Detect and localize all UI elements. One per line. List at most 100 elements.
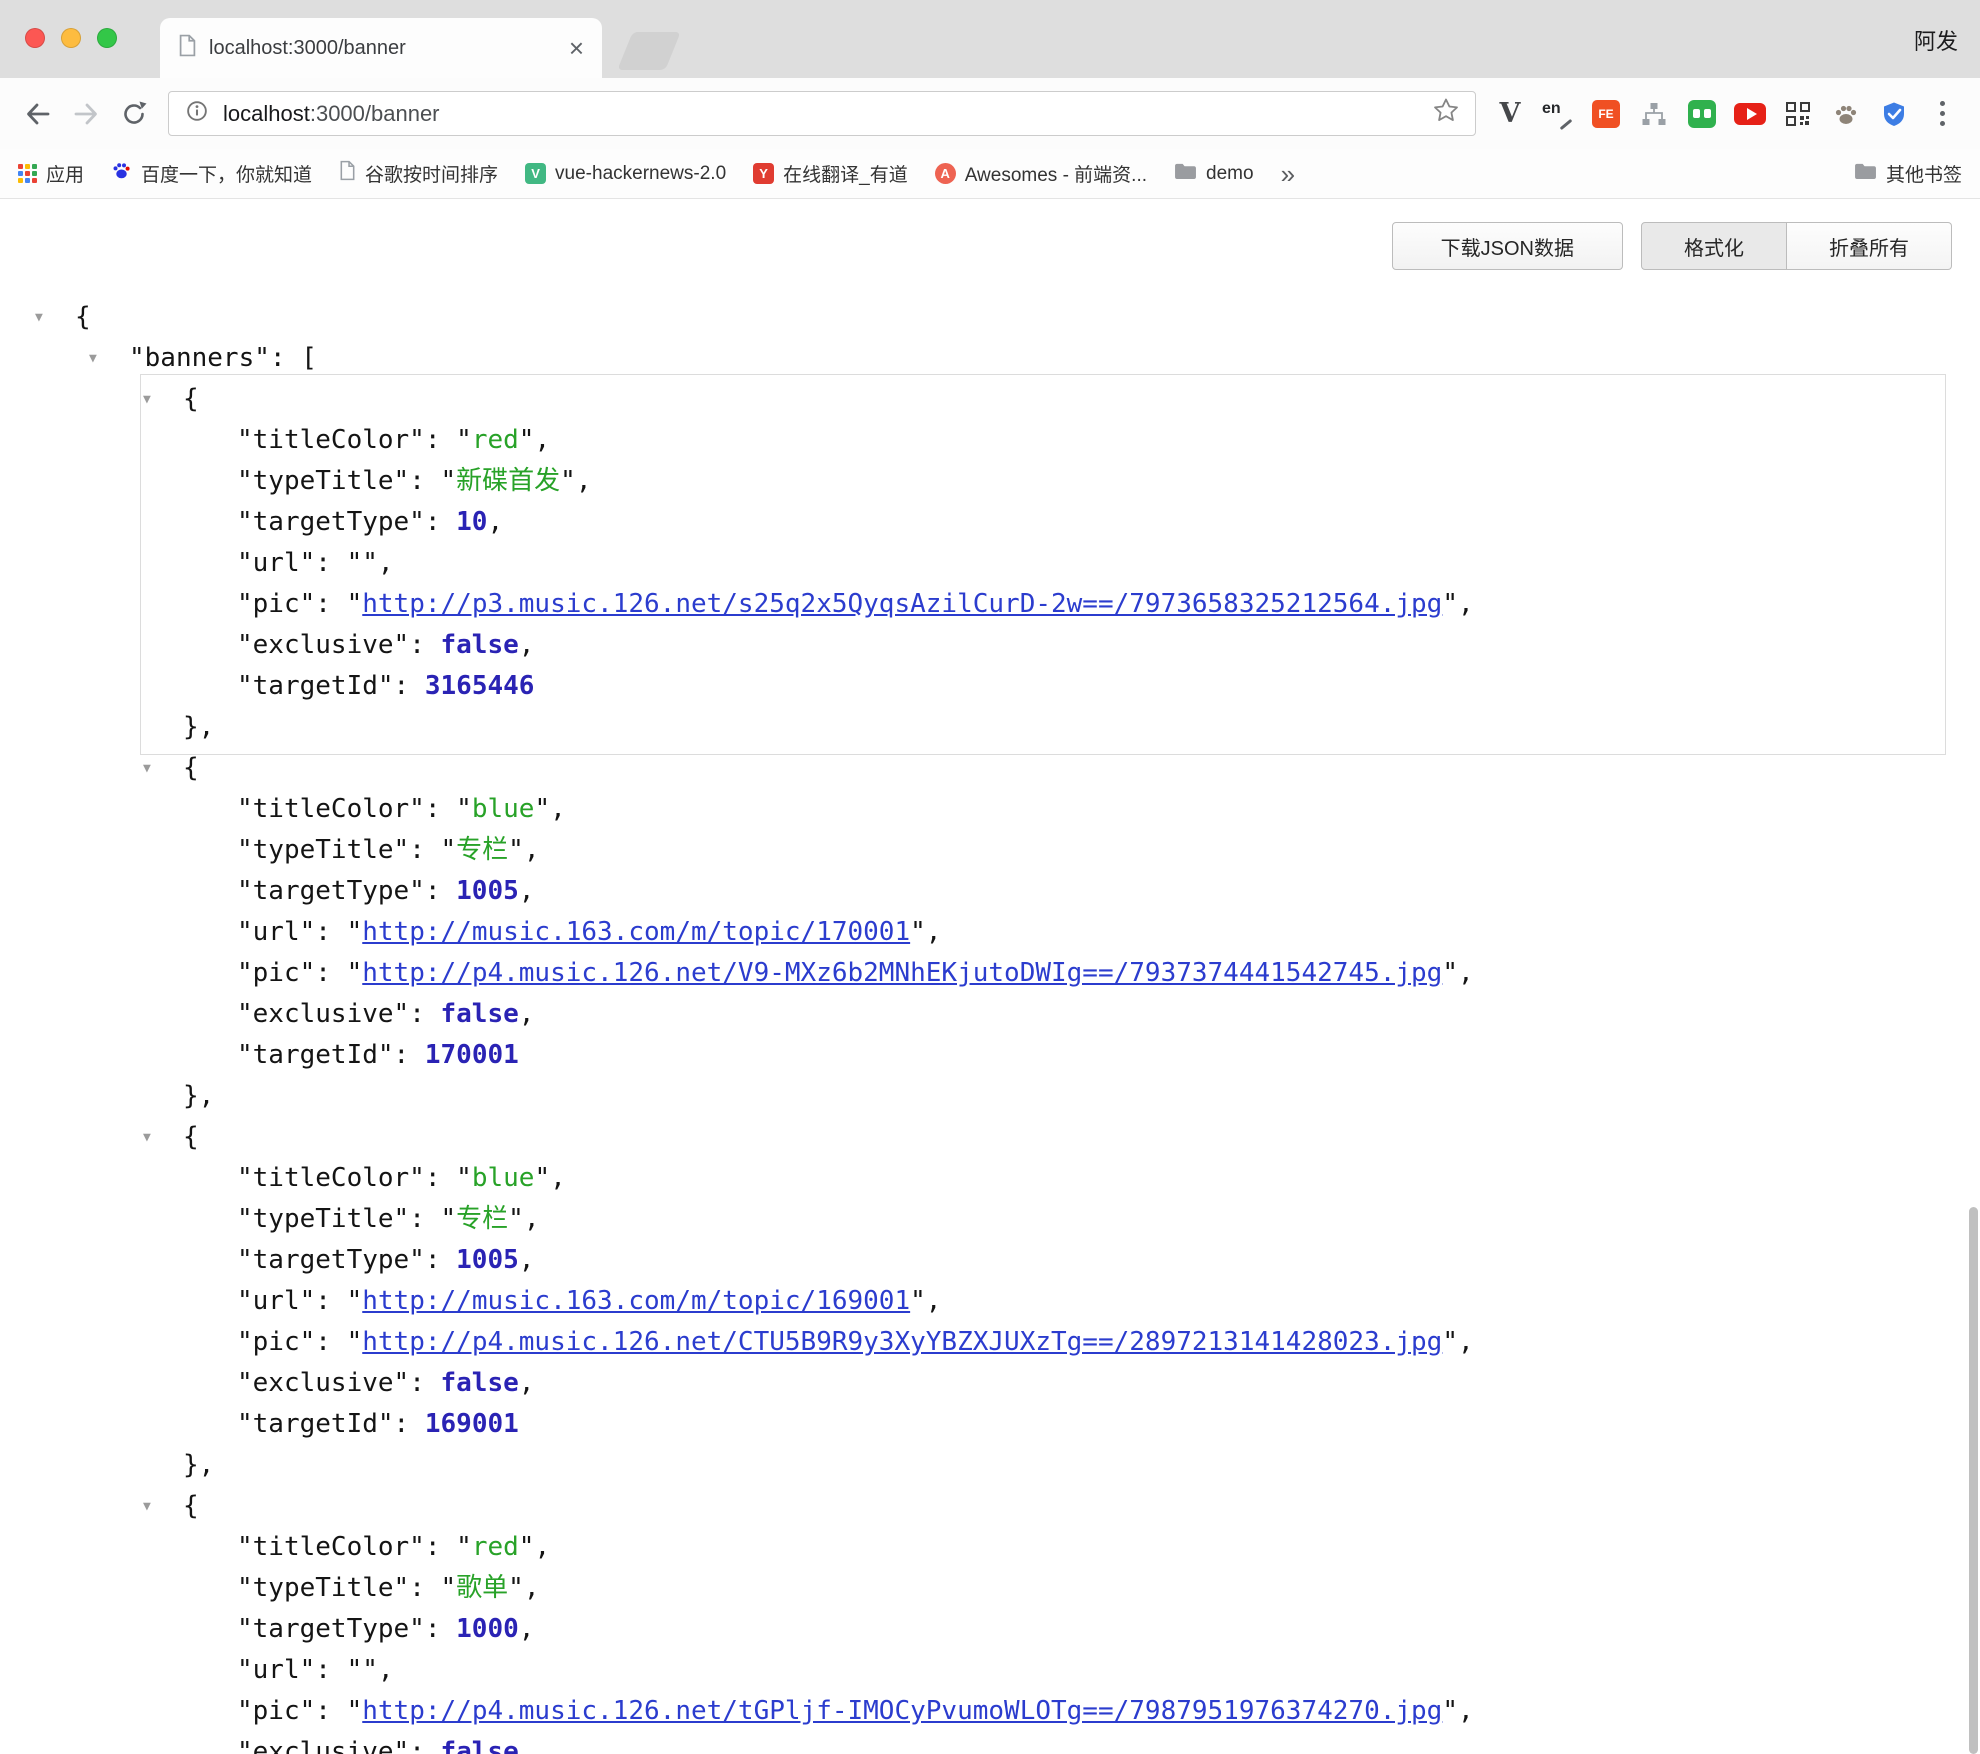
json-token: " <box>1442 589 1458 619</box>
bookmark-google-sort[interactable]: 谷歌按时间排序 <box>339 160 498 187</box>
json-line: "exclusive": false, <box>0 994 1980 1035</box>
bookmark-label: Awesomes - 前端资... <box>965 160 1147 187</box>
format-button[interactable]: 格式化 <box>1641 222 1787 270</box>
zoom-window-button[interactable] <box>97 28 117 48</box>
json-token: "titleColor" <box>237 1163 425 1193</box>
bookmark-star-icon[interactable] <box>1431 96 1461 131</box>
json-link[interactable]: http://music.163.com/m/topic/169001 <box>362 1286 910 1316</box>
json-token: " <box>347 1327 363 1357</box>
collapse-toggle-icon[interactable]: ▼ <box>89 338 97 379</box>
json-token: , <box>926 917 942 947</box>
bookmark-youdao-translate[interactable]: Y 在线翻译_有道 <box>753 160 908 187</box>
json-token: 1005 <box>456 876 519 906</box>
json-link[interactable]: http://p4.music.126.net/V9-MXz6b2MNhEKju… <box>362 958 1442 988</box>
json-token: " <box>441 1573 457 1603</box>
reload-button[interactable] <box>110 90 158 138</box>
json-viewer-actions: 下载JSON数据 格式化 折叠所有 <box>1392 222 1952 270</box>
json-token: , <box>519 630 535 660</box>
json-token: , <box>1458 1696 1474 1726</box>
json-token: "typeTitle" <box>237 835 409 865</box>
tab-close-icon[interactable]: × <box>569 35 584 61</box>
json-line: "url": "http://music.163.com/m/topic/169… <box>0 1281 1980 1322</box>
json-token: : <box>409 1573 440 1603</box>
bookmark-vue-hackernews[interactable]: V vue-hackernews-2.0 <box>525 163 726 185</box>
json-line: "titleColor": "red", <box>0 420 1980 461</box>
collapse-all-button[interactable]: 折叠所有 <box>1787 222 1952 270</box>
baidu-paw-icon <box>111 160 132 187</box>
new-tab-button[interactable] <box>617 32 680 70</box>
page-info-icon[interactable] <box>183 97 211 130</box>
address-bar[interactable]: localhost:3000/banner <box>168 91 1476 136</box>
json-line: "targetId": 169001 <box>0 1404 1980 1445</box>
qrcode-extension-icon[interactable] <box>1774 90 1822 138</box>
json-token: , <box>519 999 535 1029</box>
json-token: "exclusive" <box>237 1737 409 1754</box>
json-token: "pic" <box>237 589 315 619</box>
json-token: : <box>409 1368 440 1398</box>
json-token: : <box>425 876 456 906</box>
json-link[interactable]: http://p4.music.126.net/tGPljf-IMOCyPvum… <box>362 1696 1442 1726</box>
bookmark-baidu[interactable]: 百度一下，你就知道 <box>111 160 312 187</box>
json-token: }, <box>183 1450 214 1480</box>
json-line: }, <box>0 1445 1980 1486</box>
back-button[interactable] <box>14 90 62 138</box>
json-token: " <box>1442 1327 1458 1357</box>
json-line: "typeTitle": "新碟首发", <box>0 461 1980 502</box>
translate-extension-icon[interactable]: en <box>1534 90 1582 138</box>
forward-button[interactable] <box>62 90 110 138</box>
json-token: , <box>524 1204 540 1234</box>
json-link[interactable]: http://p4.music.126.net/CTU5B9R9y3XyYBZX… <box>362 1327 1442 1357</box>
profile-name[interactable]: 阿发 <box>1914 24 1958 56</box>
other-bookmarks[interactable]: 其他书签 <box>1854 160 1962 187</box>
collapse-toggle-icon[interactable]: ▼ <box>143 1486 151 1527</box>
json-token: : <box>409 1737 440 1754</box>
vimium-extension-icon[interactable]: V <box>1486 90 1534 138</box>
bookmark-demo-folder[interactable]: demo <box>1174 161 1254 186</box>
json-token: { <box>183 384 199 414</box>
fehelper-extension-icon[interactable]: FE <box>1582 90 1630 138</box>
json-token: blue <box>472 794 535 824</box>
json-tree: ▼{▼"banners": [▼{"titleColor": "red","ty… <box>0 297 1980 1754</box>
json-token: , <box>1458 1327 1474 1357</box>
vue-icon: V <box>525 163 546 184</box>
json-line: "targetType": 10, <box>0 502 1980 543</box>
json-token: 10 <box>456 507 487 537</box>
tampermonkey-extension-icon[interactable] <box>1678 90 1726 138</box>
sitemap-extension-icon[interactable] <box>1630 90 1678 138</box>
scrollbar-thumb[interactable] <box>1969 1207 1978 1754</box>
json-token: , <box>487 507 503 537</box>
json-token: "typeTitle" <box>237 466 409 496</box>
json-line: }, <box>0 1076 1980 1117</box>
json-link[interactable]: http://music.163.com/m/topic/170001 <box>362 917 910 947</box>
download-json-button[interactable]: 下载JSON数据 <box>1392 222 1623 270</box>
bookmarks-bar: 应用 百度一下，你就知道 谷歌按时间排序 V vue-hackernews-2.… <box>0 149 1980 199</box>
pen-icon <box>1560 118 1573 129</box>
json-token: 新碟首发 <box>456 466 560 496</box>
json-token: : <box>409 466 440 496</box>
json-token: 3165446 <box>425 671 535 701</box>
collapse-toggle-icon[interactable]: ▼ <box>143 748 151 789</box>
bookmark-awesomes[interactable]: A Awesomes - 前端资... <box>935 160 1147 187</box>
collapse-toggle-icon[interactable]: ▼ <box>143 1117 151 1158</box>
json-token: : <box>315 589 346 619</box>
json-token: 169001 <box>425 1409 519 1439</box>
json-token: 专栏 <box>456 835 508 865</box>
json-line: "titleColor": "blue", <box>0 1158 1980 1199</box>
json-token: : <box>409 1204 440 1234</box>
close-window-button[interactable] <box>25 28 45 48</box>
collapse-toggle-icon[interactable]: ▼ <box>143 379 151 420</box>
collapse-toggle-icon[interactable]: ▼ <box>35 297 43 338</box>
json-token: "banners" <box>129 343 270 373</box>
security-shield-extension-icon[interactable] <box>1870 90 1918 138</box>
json-line: "targetType": 1005, <box>0 1240 1980 1281</box>
browser-menu-icon[interactable] <box>1918 90 1966 138</box>
json-link[interactable]: http://p3.music.126.net/s25q2x5QyqsAzilC… <box>362 589 1442 619</box>
json-line: "exclusive": false, <box>0 1732 1980 1754</box>
active-tab[interactable]: localhost:3000/banner × <box>160 18 602 78</box>
youtube-extension-icon[interactable] <box>1726 90 1774 138</box>
json-token: , <box>519 1614 535 1644</box>
bookmarks-overflow-chevron[interactable]: » <box>1281 161 1295 187</box>
minimize-window-button[interactable] <box>61 28 81 48</box>
bookmark-apps[interactable]: 应用 <box>18 160 84 187</box>
paw-extension-icon[interactable] <box>1822 90 1870 138</box>
